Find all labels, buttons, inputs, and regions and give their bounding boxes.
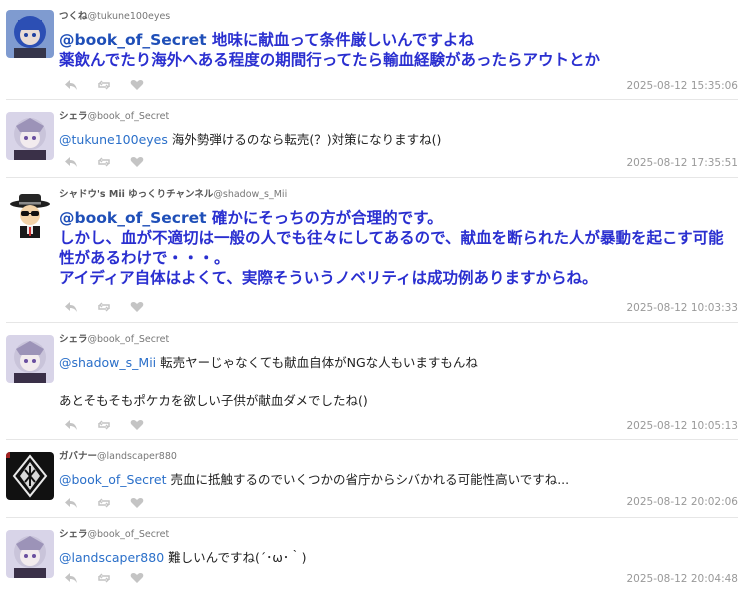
timestamp[interactable]: 2025-08-12 15:35:06 (626, 80, 738, 92)
mention-link[interactable]: @tukune100eyes (59, 132, 168, 147)
display-name[interactable]: ガバナー (59, 451, 97, 462)
post-body: @shadow_s_Mii 転売ヤーじゃなくても献血自体がNGな人もいますもんね… (59, 353, 736, 410)
post-text: 難しいんですね(´･ω･｀) (164, 550, 307, 565)
post: シャドウ's Mii ゆっくりチャンネル@shadow_s_Mii @book_… (0, 178, 744, 323)
post: シェラ@book_of_Secret @landscaper880 難しいんです… (0, 518, 744, 594)
user-handle[interactable]: @book_of_Secret (88, 334, 170, 345)
post-actions (64, 156, 144, 168)
timestamp[interactable]: 2025-08-12 17:35:51 (626, 157, 738, 169)
display-name[interactable]: シェラ (59, 529, 88, 540)
like-icon[interactable] (130, 156, 144, 168)
mention-link[interactable]: @book_of_Secret (59, 472, 166, 487)
reply-icon[interactable] (64, 419, 78, 431)
repost-icon[interactable] (97, 79, 111, 91)
user-handle[interactable]: @book_of_Secret (88, 529, 170, 540)
silver-hair-girl-avatar-image (6, 112, 54, 160)
post: シェラ@book_of_Secret @shadow_s_Mii 転売ヤーじゃな… (0, 323, 744, 440)
post-text: 海外勢弾けるのなら転売(？)対策になりますね() (167, 132, 442, 147)
dark-emblem-avatar-image (6, 452, 54, 500)
post-body: @book_of_Secret 確かにそっちの方が合理的です。 しかし、血が不適… (59, 208, 736, 288)
avatar[interactable] (6, 112, 54, 160)
reply-thread: つくね@tukune100eyes @book_of_Secret 地味に献血っ… (0, 0, 744, 594)
blue-hair-girl-avatar-image (6, 10, 54, 58)
reply-icon[interactable] (64, 497, 78, 509)
display-name[interactable]: シャドウ's Mii ゆっくりチャンネル (59, 189, 213, 200)
post-text: 売血に抵触するのでいくつかの省庁からシバかれる可能性高いですね... (166, 472, 570, 487)
user-handle[interactable]: @tukune100eyes (88, 11, 171, 22)
avatar[interactable] (6, 10, 54, 58)
mention-link[interactable]: @shadow_s_Mii (59, 355, 156, 370)
reply-icon[interactable] (64, 79, 78, 91)
post-body: @landscaper880 難しいんですね(´･ω･｀) (59, 548, 736, 567)
avatar[interactable] (6, 530, 54, 578)
repost-icon[interactable] (97, 156, 111, 168)
mii-hat-avatar-image (6, 190, 54, 238)
timestamp[interactable]: 2025-08-12 10:05:13 (626, 420, 738, 432)
post-body: @book_of_Secret 地味に献血って条件厳しいんですよね 薬飲んでたり… (59, 30, 736, 70)
reply-icon[interactable] (64, 301, 78, 313)
repost-icon[interactable] (97, 419, 111, 431)
post-actions (64, 79, 144, 91)
timestamp[interactable]: 2025-08-12 10:03:33 (626, 302, 738, 314)
avatar[interactable] (6, 452, 54, 500)
display-name[interactable]: つくね (59, 11, 88, 22)
post-body: @book_of_Secret 売血に抵触するのでいくつかの省庁からシバかれる可… (59, 470, 736, 489)
like-icon[interactable] (130, 419, 144, 431)
post: ガバナー@landscaper880 @book_of_Secret 売血に抵触… (0, 440, 744, 518)
silver-hair-girl-avatar-image (6, 530, 54, 578)
like-icon[interactable] (130, 497, 144, 509)
reply-icon[interactable] (64, 156, 78, 168)
mention-link[interactable]: @book_of_Secret (59, 31, 207, 49)
post-actions (64, 572, 144, 584)
avatar[interactable] (6, 335, 54, 383)
user-handle[interactable]: @book_of_Secret (88, 111, 170, 122)
post-body: @tukune100eyes 海外勢弾けるのなら転売(？)対策になりますね() (59, 130, 736, 149)
post-actions (64, 301, 144, 313)
mention-link[interactable]: @landscaper880 (59, 550, 164, 565)
timestamp[interactable]: 2025-08-12 20:04:48 (626, 573, 738, 585)
silver-hair-girl-avatar-image (6, 335, 54, 383)
display-name[interactable]: シェラ (59, 334, 88, 345)
avatar[interactable] (6, 190, 54, 238)
post: つくね@tukune100eyes @book_of_Secret 地味に献血っ… (0, 0, 744, 100)
reply-icon[interactable] (64, 572, 78, 584)
post: シェラ@book_of_Secret @tukune100eyes 海外勢弾ける… (0, 100, 744, 178)
repost-icon[interactable] (97, 497, 111, 509)
post-actions (64, 419, 144, 431)
post-actions (64, 497, 144, 509)
user-handle[interactable]: @shadow_s_Mii (213, 189, 287, 200)
mention-link[interactable]: @book_of_Secret (59, 209, 207, 227)
timestamp[interactable]: 2025-08-12 20:02:06 (626, 496, 738, 508)
display-name[interactable]: シェラ (59, 111, 88, 122)
like-icon[interactable] (130, 572, 144, 584)
user-handle[interactable]: @landscaper880 (97, 451, 177, 462)
like-icon[interactable] (130, 79, 144, 91)
repost-icon[interactable] (97, 301, 111, 313)
like-icon[interactable] (130, 301, 144, 313)
repost-icon[interactable] (97, 572, 111, 584)
